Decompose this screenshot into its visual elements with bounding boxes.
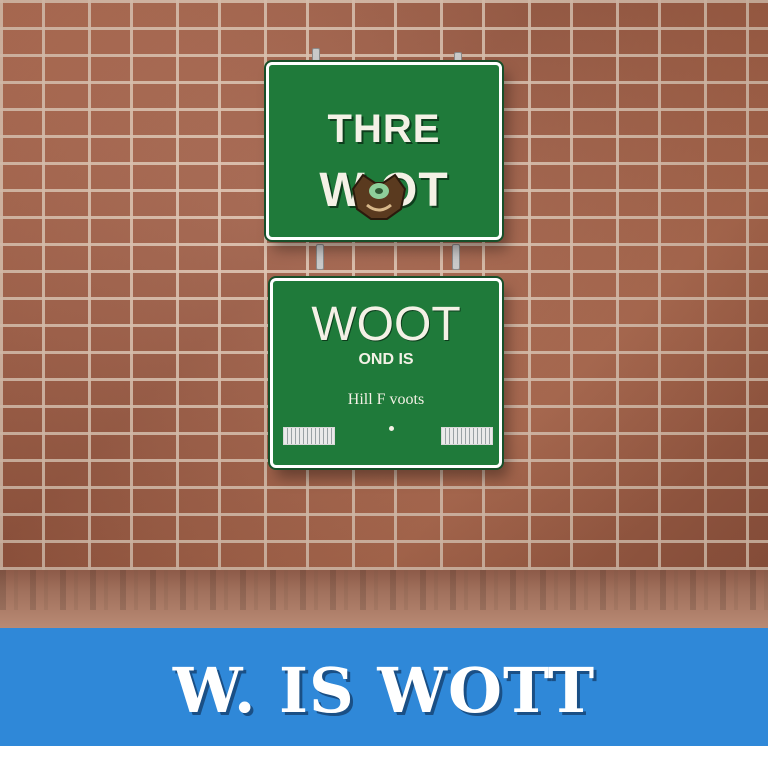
banner-caption: W. IS WOTT — [172, 654, 596, 727]
ground-debris — [0, 570, 768, 610]
bottom-sign-line3: Hill F voots — [347, 391, 425, 408]
top-street-sign: THRE W OT — [266, 62, 502, 240]
caption-banner: W. IS WOTT — [0, 628, 768, 746]
sign-dot — [389, 426, 394, 431]
sign-bracket — [316, 244, 324, 270]
bottom-sign-line1: WOOT — [311, 298, 461, 351]
bottom-sign-line2: OND IS — [358, 351, 414, 368]
bottom-street-sign: WOOT OND IS Hill F voots — [270, 278, 502, 468]
owl-head-icon — [351, 173, 407, 220]
photo-scene: THRE W OT WOOT OND IS Hill F voots — [0, 0, 768, 628]
footer-strip — [0, 746, 768, 768]
sign-plaque-left — [283, 427, 335, 445]
sign-plaque-right — [441, 427, 493, 445]
top-sign-line1: THRE — [327, 107, 441, 151]
sign-bracket — [452, 244, 460, 270]
